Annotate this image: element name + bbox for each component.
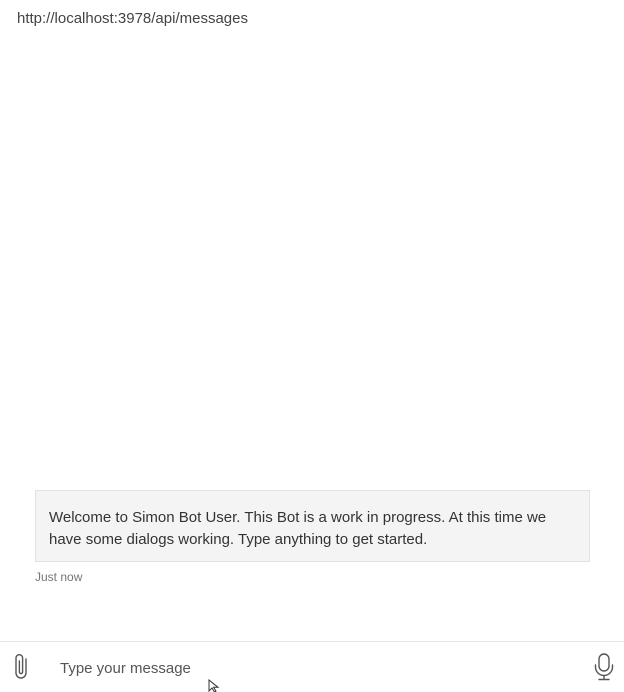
message-timestamp: Just now (35, 570, 83, 584)
webchat-window: http://localhost:3978/api/messages Welco… (0, 0, 624, 692)
message-composer (0, 641, 624, 692)
microphone-icon (594, 653, 614, 681)
endpoint-url: http://localhost:3978/api/messages (17, 10, 248, 27)
attach-button[interactable] (9, 652, 35, 682)
bot-message-bubble: Welcome to Simon Bot User. This Bot is a… (35, 490, 590, 562)
paperclip-icon (15, 654, 27, 679)
microphone-button[interactable] (592, 652, 616, 682)
bot-message-text: Welcome to Simon Bot User. This Bot is a… (49, 509, 547, 548)
message-input[interactable] (60, 656, 560, 680)
